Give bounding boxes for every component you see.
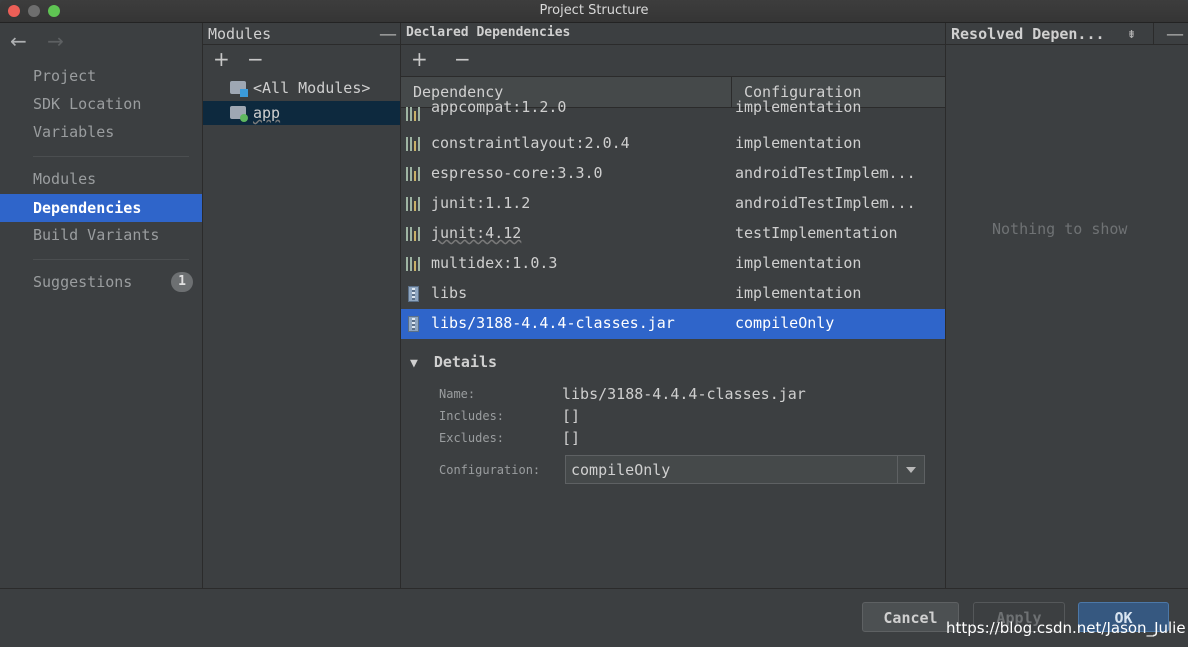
table-row[interactable]: appcompat:1.2.0 implementation — [401, 99, 945, 123]
module-item-app[interactable]: app — [203, 101, 400, 125]
module-item-label: app — [253, 104, 281, 122]
folder-modules-icon — [230, 81, 248, 97]
table-row[interactable]: espresso-core:3.3.0 androidTestImplem... — [401, 159, 945, 189]
dependency-name: constraintlayout:2.0.4 — [431, 134, 630, 152]
nav-item-variables[interactable]: Variables — [0, 118, 202, 146]
nav-item-sdk-location[interactable]: SDK Location — [0, 90, 202, 118]
collapse-all-icon[interactable]: ⇟ — [1127, 24, 1136, 42]
dependency-configuration: androidTestImplem... — [735, 194, 916, 212]
suggestions-count-badge: 1 — [171, 272, 193, 292]
watermark-text: https://blog.csdn.net/Jason_Julie — [946, 619, 1186, 637]
nav-item-suggestions[interactable]: Suggestions 1 — [0, 268, 202, 296]
details-configuration-label: Configuration: — [439, 463, 541, 477]
nav-arrows: ← → — [10, 29, 78, 53]
table-row[interactable]: junit:1.1.2 androidTestImplem... — [401, 189, 945, 219]
modules-panel: Modules — + − <All Modules> app — [203, 23, 401, 588]
dependency-name: junit:4.12 — [431, 224, 522, 242]
nav-separator — [33, 156, 189, 157]
details-excludes-label: Excludes: — [439, 431, 505, 445]
resolved-header: Resolved Depen... ⇟ — — [946, 23, 1188, 45]
chevron-down-icon[interactable] — [897, 456, 924, 483]
library-icon — [406, 257, 422, 271]
details-title: Details — [433, 353, 498, 371]
library-icon — [406, 107, 422, 121]
library-icon — [406, 167, 422, 181]
table-row-selected[interactable]: libs/3188-4.4.4-classes.jar compileOnly — [401, 309, 945, 339]
collapse-triangle-icon: ▼ — [410, 356, 418, 371]
declared-header: Declared Dependencies — [401, 23, 945, 45]
configuration-dropdown-value: compileOnly — [571, 461, 671, 479]
dependency-name: libs — [431, 284, 468, 302]
left-nav-panel: ← → Project SDK Location Variables Modul… — [0, 23, 203, 588]
add-module-button[interactable]: + — [213, 47, 230, 71]
title-bar: Project Structure — [0, 0, 1188, 23]
details-excludes-value[interactable]: [] — [562, 429, 580, 447]
module-item-all-modules[interactable]: <All Modules> — [203, 76, 400, 100]
resolved-dependencies-panel: Resolved Depen... ⇟ — Nothing to show — [946, 23, 1188, 588]
table-row[interactable]: libs implementation — [401, 279, 945, 309]
window-title: Project Structure — [539, 3, 649, 18]
details-section-toggle[interactable]: ▼ Details — [410, 353, 497, 371]
details-includes-label: Includes: — [439, 409, 505, 423]
library-icon — [406, 227, 422, 241]
table-row[interactable]: multidex:1.0.3 implementation — [401, 249, 945, 279]
project-structure-window: Project Structure ← → Project SDK Locati… — [0, 0, 1188, 647]
table-row[interactable]: constraintlayout:2.0.4 implementation — [401, 129, 945, 159]
dependency-name: appcompat:1.2.0 — [431, 99, 567, 116]
back-arrow-icon[interactable]: ← — [10, 29, 27, 53]
dependency-configuration: implementation — [735, 134, 862, 152]
nav-separator — [33, 259, 189, 260]
dialog-footer: Cancel Apply OK https://blog.csdn.net/Ja… — [0, 588, 1188, 647]
jar-icon — [408, 286, 419, 302]
jar-icon — [408, 316, 419, 332]
remove-dependency-button[interactable]: − — [454, 47, 471, 71]
modules-collapse-icon[interactable]: — — [379, 24, 397, 45]
details-name-label: Name: — [439, 387, 476, 401]
dependency-configuration: implementation — [735, 254, 862, 272]
declared-dependencies-panel: Declared Dependencies + − Dependency Con… — [401, 23, 946, 588]
dependency-name: junit:1.1.2 — [431, 194, 531, 212]
add-dependency-button[interactable]: + — [411, 47, 428, 71]
details-name-value: libs/3188-4.4.4-classes.jar — [562, 385, 806, 403]
modules-title: Modules — [208, 25, 272, 43]
header-divider — [1153, 23, 1154, 44]
module-item-label: <All Modules> — [253, 79, 371, 97]
nav-item-dependencies[interactable]: Dependencies — [0, 194, 202, 222]
dependency-name: multidex:1.0.3 — [431, 254, 558, 272]
dependency-configuration: implementation — [735, 99, 862, 116]
nav-item-suggestions-label: Suggestions — [33, 273, 133, 291]
folder-app-icon — [230, 106, 248, 122]
resolved-collapse-icon[interactable]: — — [1166, 24, 1184, 45]
nav-item-modules[interactable]: Modules — [0, 165, 202, 193]
library-icon — [406, 197, 422, 211]
dependency-configuration: testImplementation — [735, 224, 898, 242]
library-icon — [406, 137, 422, 151]
table-row[interactable]: junit:4.12 testImplementation — [401, 219, 945, 249]
empty-state-text: Nothing to show — [992, 220, 1128, 238]
dependency-configuration: androidTestImplem... — [735, 164, 916, 182]
dependency-name: espresso-core:3.3.0 — [431, 164, 603, 182]
remove-module-button[interactable]: − — [247, 47, 264, 71]
configuration-dropdown[interactable]: compileOnly — [565, 455, 925, 484]
nav-item-project[interactable]: Project — [0, 62, 202, 90]
dependency-configuration: implementation — [735, 284, 862, 302]
cancel-button[interactable]: Cancel — [862, 602, 959, 632]
details-includes-value[interactable]: [] — [562, 407, 580, 425]
nav-item-build-variants[interactable]: Build Variants — [0, 221, 202, 249]
dependency-name: libs/3188-4.4.4-classes.jar — [431, 314, 675, 332]
modules-header: Modules — — [203, 23, 400, 45]
resolved-title: Resolved Depen... — [951, 25, 1105, 43]
declared-title: Declared Dependencies — [406, 25, 571, 40]
forward-arrow-icon[interactable]: → — [47, 29, 64, 53]
dependency-configuration: compileOnly — [735, 314, 835, 332]
